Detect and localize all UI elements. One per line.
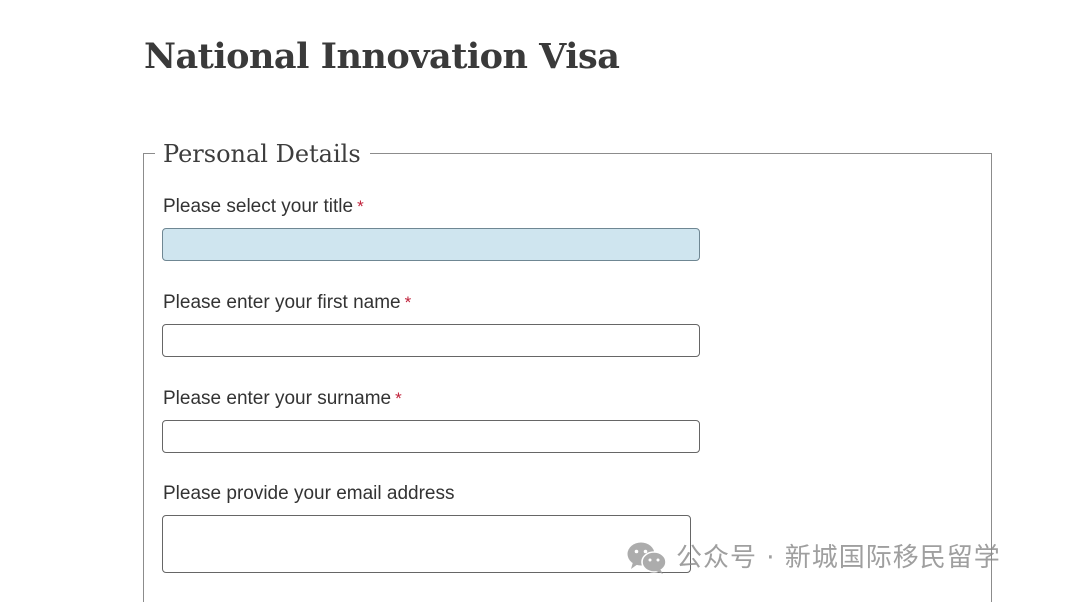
surname-label-text: Please enter your surname	[163, 388, 392, 409]
first-name-label-text: Please enter your first name	[163, 292, 401, 313]
page-title: National Innovation Visa	[144, 36, 620, 77]
title-label-text: Please select your title	[163, 196, 354, 217]
watermark: 公众号 · 新城国际移民留学	[626, 538, 1001, 578]
watermark-text: 公众号 · 新城国际移民留学	[676, 543, 1001, 573]
required-indicator: *	[357, 197, 364, 216]
email-label-text: Please provide your email address	[163, 483, 455, 504]
surname-field-label: Please enter your surname *	[163, 387, 402, 411]
first-name-field-label: Please enter your first name *	[163, 291, 411, 315]
personal-details-legend: Personal Details	[155, 137, 370, 171]
title-select[interactable]	[162, 228, 700, 261]
title-field-label: Please select your title *	[163, 195, 364, 219]
required-indicator: *	[404, 293, 412, 312]
wechat-icon	[626, 541, 676, 575]
first-name-input[interactable]	[162, 324, 700, 357]
required-indicator: *	[395, 389, 402, 408]
surname-input[interactable]	[162, 420, 700, 453]
email-field-label: Please provide your email address	[163, 482, 455, 506]
email-input[interactable]	[162, 515, 691, 573]
